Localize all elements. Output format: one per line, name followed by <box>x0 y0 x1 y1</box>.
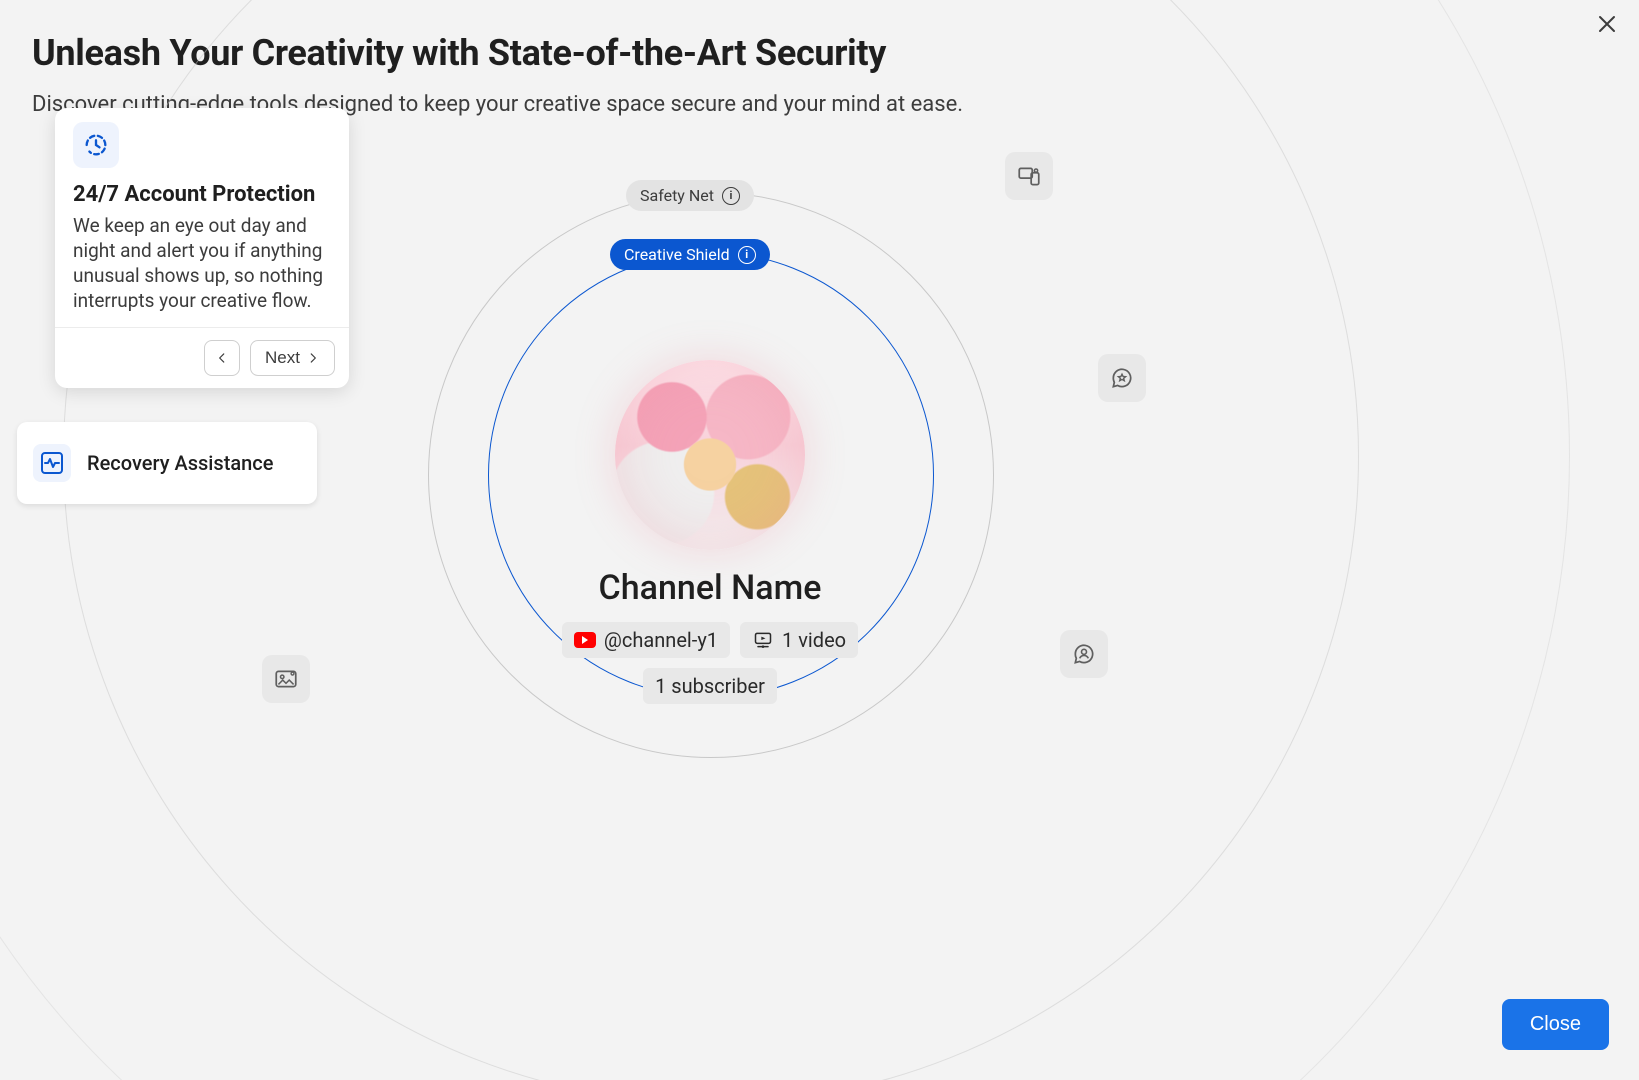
close-button-label: Close <box>1530 1013 1581 1035</box>
heartbeat-icon <box>33 444 71 482</box>
chevron-left-icon <box>215 351 229 365</box>
close-button[interactable]: Close <box>1502 999 1609 1050</box>
channel-name: Channel Name <box>570 568 850 608</box>
person-bubble-icon <box>1060 630 1108 678</box>
creative-shield-label: Creative Shield <box>624 245 730 264</box>
youtube-icon <box>574 632 596 648</box>
info-icon: i <box>738 246 756 264</box>
subscriber-count: 1 subscriber <box>655 674 765 698</box>
star-bubble-icon <box>1098 354 1146 402</box>
channel-handle-chip: @channel-y1 <box>562 622 730 658</box>
close-icon[interactable] <box>1593 10 1621 38</box>
callout-title: 24/7 Account Protection <box>73 182 331 207</box>
next-button-label: Next <box>265 348 300 368</box>
channel-avatar <box>615 360 805 550</box>
info-icon: i <box>722 187 740 205</box>
clock-restore-icon <box>73 122 119 168</box>
chevron-right-icon <box>306 351 320 365</box>
video-count: 1 video <box>782 628 846 652</box>
feature-card-recovery[interactable]: Recovery Assistance <box>17 422 317 504</box>
subscriber-count-chip: 1 subscriber <box>643 668 777 704</box>
prev-button[interactable] <box>204 340 240 376</box>
video-count-chip: 1 video <box>740 622 858 658</box>
callout-body: We keep an eye out day and night and ale… <box>73 213 331 313</box>
channel-handle: @channel-y1 <box>604 628 718 652</box>
channel-profile: Channel Name @channel-y1 1 video 1 subsc… <box>570 360 850 704</box>
next-button[interactable]: Next <box>250 340 335 376</box>
devices-icon <box>1005 152 1053 200</box>
video-icon <box>752 630 774 650</box>
feature-card-title: Recovery Assistance <box>87 451 273 475</box>
feature-callout: 24/7 Account Protection We keep an eye o… <box>55 108 349 388</box>
thumbnail-icon <box>262 655 310 703</box>
safety-net-label: Safety Net <box>640 186 714 205</box>
safety-net-pill[interactable]: Safety Net i <box>626 180 754 211</box>
creative-shield-pill[interactable]: Creative Shield i <box>610 239 770 270</box>
